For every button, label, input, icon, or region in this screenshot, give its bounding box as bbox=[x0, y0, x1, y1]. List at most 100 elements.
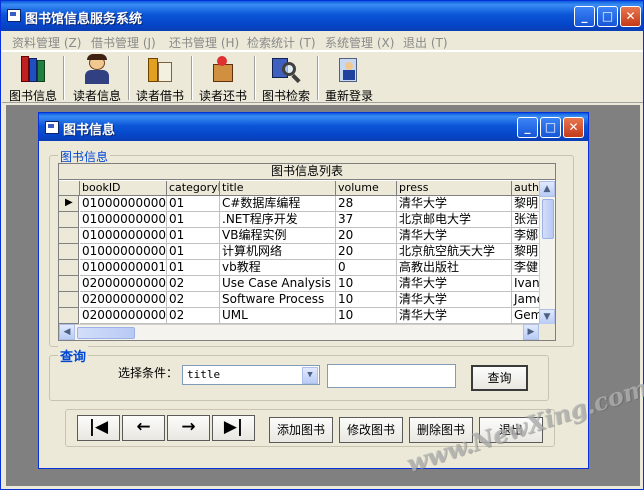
horizontal-scroll-thumb[interactable] bbox=[77, 327, 135, 339]
query-button[interactable]: 查询 bbox=[471, 365, 528, 391]
menu-item-1[interactable]: 借书管理 (J) bbox=[91, 34, 156, 51]
add-book-button[interactable]: 添加图书 bbox=[269, 417, 333, 443]
table-cell[interactable]: 北京邮电大学 bbox=[397, 212, 512, 228]
condition-select[interactable]: title ▼ bbox=[182, 365, 320, 385]
prev-record-button[interactable]: ← bbox=[122, 415, 165, 441]
vertical-scroll-thumb[interactable] bbox=[542, 199, 554, 239]
table-row[interactable]: 020000000001 02 Use Case Analysis 10 清华大学 Iva… bbox=[59, 276, 555, 292]
edit-book-button[interactable]: 修改图书 bbox=[339, 417, 403, 443]
menu-item-0[interactable]: 资料管理 (Z) bbox=[12, 34, 81, 51]
minimize-button[interactable]: _ bbox=[574, 6, 595, 27]
table-cell[interactable]: 0 bbox=[336, 260, 397, 276]
table-cell[interactable]: 清华大学 bbox=[397, 228, 512, 244]
close-button[interactable]: ✕ bbox=[620, 6, 641, 27]
table-cell[interactable]: 020000000001 bbox=[80, 276, 167, 292]
table-cell[interactable]: 010000000002 bbox=[80, 212, 167, 228]
table-cell[interactable]: 010000000001 bbox=[80, 196, 167, 212]
menu-item-3[interactable]: 检索统计 (T) bbox=[247, 34, 316, 51]
horizontal-scrollbar[interactable]: ◀ ▶ bbox=[59, 324, 539, 340]
table-row[interactable]: 010000000002 01 .NET程序开发 37 北京邮电大学 张浩 bbox=[59, 212, 555, 228]
table-cell[interactable]: Software Process bbox=[220, 292, 336, 308]
table-cell[interactable]: 10 bbox=[336, 276, 397, 292]
table-cell[interactable]: 01 bbox=[167, 244, 220, 260]
chevron-down-icon[interactable]: ▼ bbox=[302, 367, 318, 384]
table-row[interactable]: 010000000003 01 VB编程实例 20 清华大学 李娜 bbox=[59, 228, 555, 244]
column-header-bookID[interactable]: bookID bbox=[80, 181, 167, 196]
table-cell[interactable]: 清华大学 bbox=[397, 276, 512, 292]
column-header-volume[interactable]: volume bbox=[336, 181, 397, 196]
table-cell[interactable]: 010000000003 bbox=[80, 228, 167, 244]
child-title-bar[interactable]: 图书信息 _ □ ✕ bbox=[39, 113, 588, 141]
table-cell[interactable]: 20 bbox=[336, 244, 397, 260]
toolbar-button-4[interactable]: 图书检索 bbox=[258, 54, 314, 103]
table-row[interactable]: 010000000011 01 vb教程 0 高教出版社 李健 bbox=[59, 260, 555, 276]
last-record-button[interactable]: ▶| bbox=[212, 415, 255, 441]
row-selector[interactable] bbox=[59, 244, 79, 260]
scroll-right-arrow[interactable]: ▶ bbox=[523, 324, 539, 340]
toolbar-button-0[interactable]: 图书信息 bbox=[6, 54, 60, 103]
menu-item-2[interactable]: 还书管理 (H) bbox=[169, 34, 239, 51]
table-row[interactable]: 020000000003 02 UML 10 清华大学 Gemb bbox=[59, 308, 555, 324]
child-maximize-button[interactable]: □ bbox=[540, 117, 561, 138]
table-cell[interactable]: VB编程实例 bbox=[220, 228, 336, 244]
table-row[interactable]: 020000000002 02 Software Process 10 清华大学 Jame… bbox=[59, 292, 555, 308]
scroll-up-arrow[interactable]: ▲ bbox=[539, 181, 555, 197]
table-cell[interactable]: 010000000004 bbox=[80, 244, 167, 260]
next-record-button[interactable]: → bbox=[167, 415, 210, 441]
table-cell[interactable]: 01 bbox=[167, 260, 220, 276]
table-row[interactable]: ▶ 010000000001 01 C#数据库编程 28 清华大学 黎明 bbox=[59, 196, 555, 212]
child-minimize-button[interactable]: _ bbox=[517, 117, 538, 138]
table-cell[interactable]: 01 bbox=[167, 196, 220, 212]
table-cell[interactable]: 清华大学 bbox=[397, 196, 512, 212]
column-header-title[interactable]: title bbox=[220, 181, 336, 196]
table-cell[interactable]: 01 bbox=[167, 212, 220, 228]
table-cell[interactable]: 10 bbox=[336, 308, 397, 324]
column-header-press[interactable]: press bbox=[397, 181, 512, 196]
maximize-button[interactable]: □ bbox=[597, 6, 618, 27]
toolbar-button-5[interactable]: 重新登录 bbox=[321, 54, 377, 103]
toolbar-button-1[interactable]: 读者信息 bbox=[69, 54, 125, 103]
toolbar-button-3[interactable]: 读者还书 bbox=[195, 54, 251, 103]
table-cell[interactable]: UML bbox=[220, 308, 336, 324]
table-cell[interactable]: 10 bbox=[336, 292, 397, 308]
table-cell[interactable]: 01 bbox=[167, 228, 220, 244]
table-cell[interactable]: 020000000003 bbox=[80, 308, 167, 324]
main-title-bar[interactable]: 图书馆信息服务系统 _ □ ✕ bbox=[1, 1, 643, 31]
menu-item-5[interactable]: 退出 (T) bbox=[403, 34, 448, 51]
table-cell[interactable]: C#数据库编程 bbox=[220, 196, 336, 212]
table-cell[interactable]: 02 bbox=[167, 308, 220, 324]
table-cell[interactable]: 37 bbox=[336, 212, 397, 228]
table-cell[interactable]: 20 bbox=[336, 228, 397, 244]
table-cell[interactable]: 高教出版社 bbox=[397, 260, 512, 276]
search-input[interactable] bbox=[327, 364, 456, 388]
table-cell[interactable]: 010000000011 bbox=[80, 260, 167, 276]
first-record-button[interactable]: |◀ bbox=[77, 415, 120, 441]
scroll-left-arrow[interactable]: ◀ bbox=[59, 324, 75, 340]
scroll-down-arrow[interactable]: ▼ bbox=[539, 309, 555, 325]
table-cell[interactable]: 28 bbox=[336, 196, 397, 212]
row-selector[interactable] bbox=[59, 292, 79, 308]
table-cell[interactable]: .NET程序开发 bbox=[220, 212, 336, 228]
toolbar-button-2[interactable]: 读者借书 bbox=[132, 54, 188, 103]
row-selector[interactable]: ▶ bbox=[59, 196, 79, 212]
row-selector[interactable] bbox=[59, 308, 79, 324]
table-cell[interactable]: vb教程 bbox=[220, 260, 336, 276]
vertical-scrollbar[interactable]: ▲ ▼ bbox=[539, 181, 555, 325]
table-cell[interactable]: 计算机网络 bbox=[220, 244, 336, 260]
table-cell[interactable]: 清华大学 bbox=[397, 308, 512, 324]
table-cell[interactable]: 北京航空航天大学 bbox=[397, 244, 512, 260]
table-cell[interactable]: 020000000002 bbox=[80, 292, 167, 308]
column-header-categoryID[interactable]: categoryID bbox=[167, 181, 220, 196]
row-selector[interactable] bbox=[59, 212, 79, 228]
table-cell[interactable]: Use Case Analysis bbox=[220, 276, 336, 292]
table-cell[interactable]: 02 bbox=[167, 292, 220, 308]
book-data-grid[interactable]: 图书信息列表 bookIDcategoryIDtitlevolumepressa… bbox=[58, 163, 556, 341]
table-row[interactable]: 010000000004 01 计算机网络 20 北京航空航天大学 黎明 bbox=[59, 244, 555, 260]
table-cell[interactable]: 02 bbox=[167, 276, 220, 292]
child-close-button[interactable]: ✕ bbox=[563, 117, 584, 138]
row-selector[interactable] bbox=[59, 228, 79, 244]
table-cell[interactable]: 清华大学 bbox=[397, 292, 512, 308]
row-selector[interactable] bbox=[59, 260, 79, 276]
row-selector[interactable] bbox=[59, 276, 79, 292]
menu-item-4[interactable]: 系统管理 (X) bbox=[325, 34, 394, 51]
